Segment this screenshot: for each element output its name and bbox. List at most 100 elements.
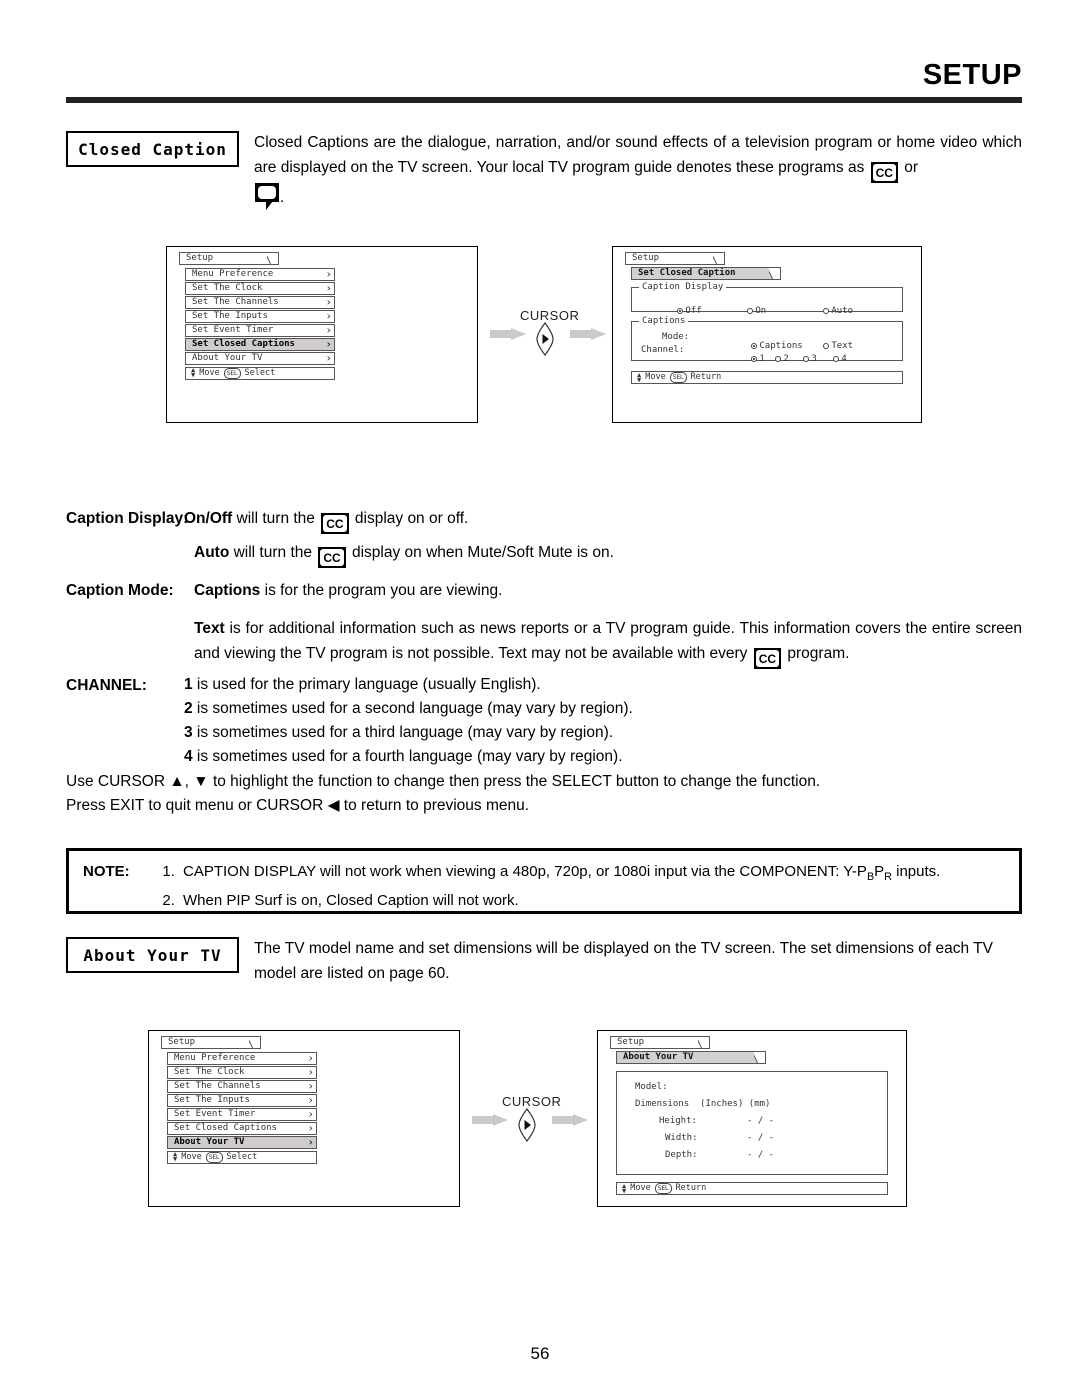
note-item-1-pre: CAPTION DISPLAY will not work when viewi…: [183, 863, 867, 880]
cursor-right-button-icon: [516, 1108, 538, 1142]
osd-tab-slash-icon: [769, 268, 780, 279]
osd-option-label: 4: [841, 354, 847, 364]
osd-menu-item-set-the-inputs[interactable]: Set The Inputs ›: [185, 310, 335, 323]
cursor-label: CURSOR: [502, 1094, 562, 1109]
osd-menu-item-label: Set The Clock: [192, 282, 263, 293]
osd-menu-item-label: Set The Inputs: [192, 310, 268, 321]
osd-tab-slash-icon: [698, 1037, 709, 1048]
osd-menu-item-label: Set Event Timer: [174, 1108, 256, 1119]
osd-menu-item-set-event-timer[interactable]: Set Event Timer ›: [167, 1108, 317, 1121]
note-item-1-post: inputs.: [891, 863, 941, 880]
osd-tab-slash-icon: [249, 1037, 260, 1048]
osd-footer-bar: ▲ ▼ Move SEL Select: [185, 366, 335, 380]
caption-display-description: On/Off will turn the CC display on or of…: [184, 506, 1022, 534]
chevron-right-icon: ›: [325, 267, 332, 281]
osd-footer-move-label: Move: [630, 1183, 651, 1194]
cc-intro-or: or: [899, 159, 919, 176]
osd-about-tv-panel: Setup About Your TV Model: Dimensions (I…: [610, 1036, 896, 1195]
closed-caption-section-label: Closed Caption: [66, 131, 239, 167]
osd-footer-move-label: Move: [645, 372, 666, 383]
cc-icon-label: CC: [755, 650, 780, 667]
caption-display-text-after: will turn the: [232, 510, 320, 527]
osd-group-captions: Captions Mode: Captions Text Channel: 1 …: [631, 317, 903, 364]
osd-tab-setup-label: Setup: [168, 1037, 196, 1047]
osd-menu-item-set-the-channels[interactable]: Set The Channels ›: [185, 296, 335, 309]
auto-definition: Auto will turn the CC display on when Mu…: [194, 540, 1022, 568]
osd-model-label: Model:: [635, 1082, 668, 1092]
osd-menu-item-set-the-clock[interactable]: Set The Clock ›: [167, 1066, 317, 1079]
osd-subtab-set-closed-caption: Set Closed Caption: [631, 267, 781, 280]
channel-number: 4: [184, 748, 193, 765]
radio-button-icon[interactable]: [833, 356, 840, 362]
channel-text: is sometimes used for a third language (…: [192, 724, 614, 741]
osd-tab-setup-label: Setup: [632, 253, 660, 263]
osd-group-caption-display: Caption Display Off On Auto: [631, 283, 903, 316]
channel-term: CHANNEL:: [66, 677, 147, 694]
chevron-right-icon: ›: [307, 1107, 314, 1121]
osd-menu-item-label: Set Closed Captions: [192, 338, 295, 349]
about-your-tv-section-label: About Your TV: [66, 937, 239, 973]
auto-text-end: display on when Mute/Soft Mute is on.: [347, 544, 614, 561]
osd-tab-slash-icon: [713, 253, 724, 264]
osd-menu-item-label: Set The Channels: [174, 1080, 261, 1091]
osd-height-label: Height:: [659, 1116, 697, 1126]
cursor-instructions: Use CURSOR ▲, ▼ to highlight the functio…: [66, 770, 1022, 818]
sel-key-icon: SEL: [205, 1151, 223, 1163]
osd-setup-menu-2: Setup Menu Preference › Set The Clock › …: [161, 1036, 321, 1164]
page-header: SETUP: [66, 58, 1022, 106]
osd-footer-action-label: Return: [675, 1183, 707, 1194]
closed-caption-intro-paragraph: Closed Captions are the dialogue, narrat…: [254, 130, 1022, 210]
osd-width-value: - / -: [747, 1133, 775, 1143]
cursor-transition-group-top: CURSOR: [490, 300, 612, 356]
osd-option-label: Auto: [831, 306, 854, 316]
text-mode-definition: Text is for additional information such …: [194, 616, 1022, 669]
osd-tab-setup: Setup: [179, 252, 279, 265]
text-mode-text-end: program.: [783, 645, 850, 662]
cc-icon-label: CC: [320, 549, 344, 566]
auto-bold-lead: Auto: [194, 544, 230, 561]
osd-diagram-setup-menu-2-frame: Setup Menu Preference › Set The Clock › …: [148, 1030, 460, 1207]
radio-button-icon[interactable]: [747, 308, 754, 314]
channel-line-3: 3 is sometimes used for a third language…: [184, 721, 1022, 745]
osd-group-model-info: Model: Dimensions (Inches) (mm) Height: …: [616, 1071, 888, 1175]
osd-diagram-closed-caption-frame: Setup Set Closed Caption Caption Display…: [612, 246, 922, 423]
osd-dimensions-header: Dimensions (Inches) (mm): [635, 1099, 771, 1109]
channel-number: 1: [184, 676, 193, 693]
radio-button-icon[interactable]: [823, 308, 830, 314]
osd-subtab-about-your-tv: About Your TV: [616, 1051, 766, 1064]
about-your-tv-paragraph: The TV model name and set dimensions wil…: [254, 940, 993, 982]
osd-footer-move-label: Move: [199, 367, 220, 378]
osd-menu-item-label: About Your TV: [192, 352, 263, 363]
osd-footer-action-label: Select: [226, 1151, 258, 1162]
caption-display-definition: Caption Display: On/Off will turn the CC…: [66, 506, 1022, 534]
osd-menu-item-menu-preference[interactable]: Menu Preference ›: [185, 268, 335, 281]
osd-menu-item-label: Set The Inputs: [174, 1094, 250, 1105]
chevron-right-icon: ›: [307, 1065, 314, 1079]
osd-tab-slash-icon: [754, 1052, 765, 1063]
osd-menu-item-about-your-tv[interactable]: About Your TV ›: [167, 1136, 317, 1149]
osd-menu-item-set-closed-captions[interactable]: Set Closed Captions ›: [167, 1122, 317, 1135]
radio-button-icon[interactable]: [677, 308, 684, 314]
osd-menu-item-about-your-tv[interactable]: About Your TV ›: [185, 352, 335, 365]
sel-key-icon: SEL: [223, 367, 241, 379]
up-down-arrows-icon: ▲ ▼: [637, 370, 642, 384]
caption-mode-description: Captions is for the program you are view…: [194, 578, 1022, 603]
osd-menu-item-set-event-timer[interactable]: Set Event Timer ›: [185, 324, 335, 337]
osd-menu-item-set-the-channels[interactable]: Set The Channels ›: [167, 1080, 317, 1093]
osd-option-channel-4[interactable]: 4: [790, 346, 847, 373]
channel-line-2: 2 is sometimes used for a second languag…: [184, 697, 1022, 721]
channel-text: is used for the primary language (usuall…: [192, 676, 541, 693]
osd-tab-setup: Setup: [625, 252, 725, 265]
chevron-right-icon: ›: [307, 1051, 314, 1065]
osd-menu-item-set-the-clock[interactable]: Set The Clock ›: [185, 282, 335, 295]
osd-setup-menu-1: Setup Menu Preference › Set The Clock › …: [179, 252, 339, 380]
instruction-line-2-pre: Press EXIT to quit menu or CURSOR: [66, 797, 328, 814]
osd-menu-item-menu-preference[interactable]: Menu Preference ›: [167, 1052, 317, 1065]
osd-label-channel: Channel:: [641, 345, 685, 355]
osd-footer-bar: ▲ ▼ Move SEL Select: [167, 1150, 317, 1164]
osd-menu-item-set-closed-captions[interactable]: Set Closed Captions ›: [185, 338, 335, 351]
osd-menu-item-set-the-inputs[interactable]: Set The Inputs ›: [167, 1094, 317, 1107]
up-down-arrows-icon: ▲ ▼: [622, 1181, 627, 1195]
osd-group-captions-legend: Captions: [639, 317, 689, 326]
caption-mode-term: Caption Mode:: [66, 582, 174, 599]
